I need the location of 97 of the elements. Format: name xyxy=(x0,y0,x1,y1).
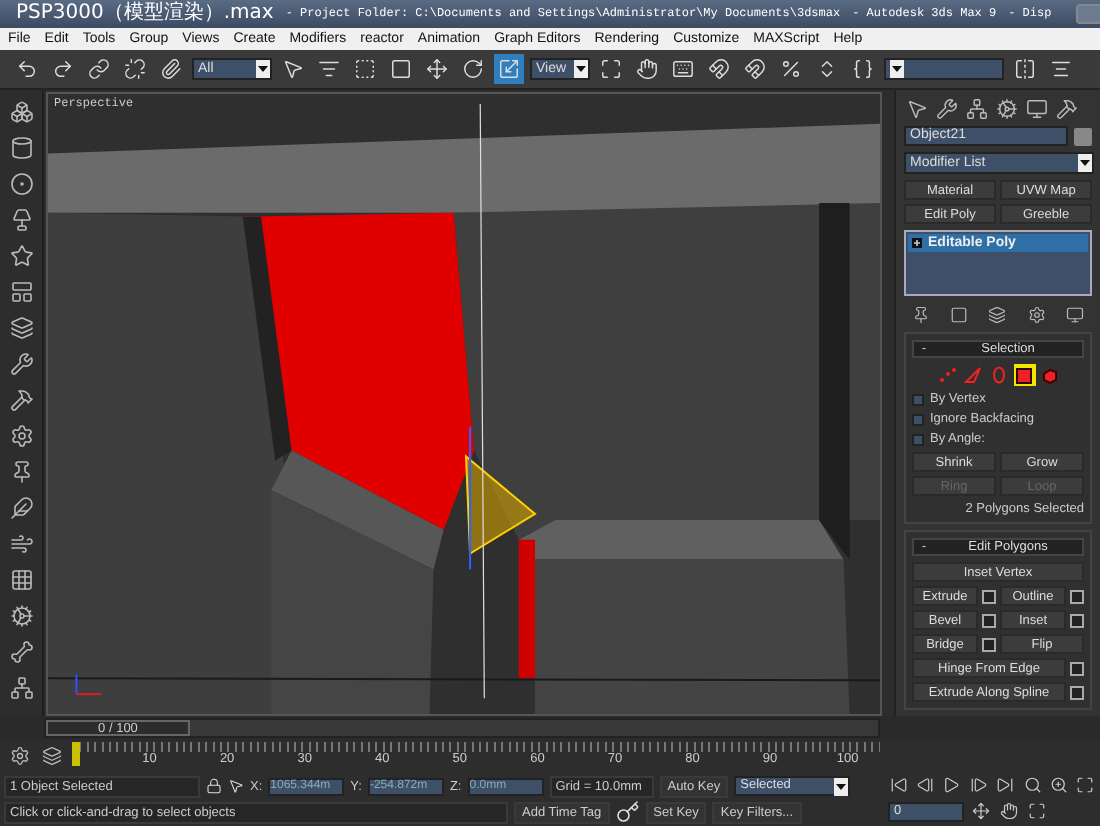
display-icon xyxy=(1025,97,1047,119)
cog-icon xyxy=(9,604,33,628)
scale-icon xyxy=(498,58,520,80)
border-loop-icon xyxy=(991,366,1005,384)
layers-icon xyxy=(9,316,33,340)
cylinder-icon xyxy=(9,136,33,160)
search-icon xyxy=(1023,776,1042,794)
tool-button[interactable] xyxy=(84,54,114,84)
step-forward-icon xyxy=(969,776,988,794)
dropdown[interactable] xyxy=(884,58,1004,80)
move-icon xyxy=(972,802,990,820)
skip-forward-icon xyxy=(996,776,1015,794)
gear-icon xyxy=(1027,305,1046,323)
dropdown-arrow-icon xyxy=(576,66,586,72)
keyboard-icon xyxy=(672,58,694,80)
layers-icon xyxy=(988,305,1007,323)
expand-icon xyxy=(912,238,922,248)
star-icon xyxy=(9,244,33,268)
feather-icon xyxy=(9,496,33,520)
settings-button[interactable] xyxy=(982,637,996,651)
percent-icon xyxy=(780,58,802,80)
pin-icon xyxy=(911,305,930,323)
tool-button[interactable] xyxy=(1010,54,1040,84)
link-icon xyxy=(88,58,110,80)
settings-button[interactable] xyxy=(982,589,996,603)
cursor-icon xyxy=(282,58,304,80)
unlink-icon xyxy=(124,58,146,80)
step-back-icon xyxy=(916,776,935,794)
list-icon xyxy=(318,58,340,80)
lock-icon xyxy=(206,778,222,794)
pin-icon xyxy=(9,460,33,484)
tool-button[interactable] xyxy=(632,54,662,84)
hand-icon xyxy=(1000,802,1018,820)
edge-triangle-icon xyxy=(963,366,981,384)
dropdown-arrow-icon xyxy=(258,66,268,72)
mirror-icon xyxy=(1014,58,1036,80)
settings-button[interactable] xyxy=(982,613,996,627)
dropdown-arrow-icon xyxy=(1080,160,1090,166)
vertex-dots-icon xyxy=(937,366,955,384)
tool-button[interactable] xyxy=(740,54,770,84)
maximize-icon xyxy=(1028,802,1046,820)
circle-icon xyxy=(9,172,33,196)
tool-button[interactable] xyxy=(350,54,380,84)
layers-icon xyxy=(42,746,62,766)
grid-icon xyxy=(9,568,33,592)
settings-button[interactable] xyxy=(1070,685,1084,699)
polygon-square-icon xyxy=(1016,367,1032,383)
spinner-icon xyxy=(816,58,838,80)
bone-icon xyxy=(9,640,33,664)
window-title: PSP3000（模型渲染）.max xyxy=(16,0,274,28)
magnet-icon xyxy=(744,58,766,80)
paperclip-icon xyxy=(160,58,182,80)
align-icon xyxy=(1050,58,1072,80)
square-icon xyxy=(390,58,412,80)
rotate-icon xyxy=(462,58,484,80)
tool-button[interactable] xyxy=(386,54,416,84)
boxes-icon xyxy=(9,100,33,124)
settings-button[interactable] xyxy=(1070,613,1084,627)
hand-icon xyxy=(636,58,658,80)
tool-button[interactable] xyxy=(458,54,488,84)
gear-icon xyxy=(9,424,33,448)
tool-button[interactable] xyxy=(848,54,878,84)
settings-button[interactable] xyxy=(1070,589,1084,603)
hammer-icon xyxy=(9,388,33,412)
zoom-icon xyxy=(1049,776,1068,794)
time-marker[interactable] xyxy=(72,742,80,766)
tool-button[interactable] xyxy=(120,54,150,84)
tool-button[interactable] xyxy=(704,54,734,84)
move-icon xyxy=(426,58,448,80)
subobject-button[interactable] xyxy=(1013,364,1035,386)
dropdown-arrow-icon xyxy=(836,784,847,790)
dropdown-arrow-icon xyxy=(892,66,902,72)
maximize-icon xyxy=(1076,776,1095,794)
magnet-icon xyxy=(708,58,730,80)
cursor-icon xyxy=(228,778,244,794)
lamp-icon xyxy=(9,208,33,232)
undo-icon xyxy=(16,58,38,80)
settings-button[interactable] xyxy=(1070,661,1084,675)
panel-icon xyxy=(9,280,33,304)
play-icon xyxy=(942,776,961,794)
hierarchy-icon xyxy=(965,97,987,119)
skip-back-icon xyxy=(889,776,908,794)
redo-icon xyxy=(52,58,74,80)
tool-button[interactable] xyxy=(156,54,186,84)
gear-icon xyxy=(10,746,30,766)
network-icon xyxy=(9,676,33,700)
tool-button[interactable] xyxy=(596,54,626,84)
axis-tripod-icon xyxy=(75,673,102,696)
tool-button[interactable] xyxy=(422,54,452,84)
wrench-icon xyxy=(9,352,33,376)
dashed-square-icon xyxy=(354,58,376,80)
braces-icon xyxy=(852,58,874,80)
cube-icon xyxy=(1042,367,1058,383)
window-icon xyxy=(1066,305,1085,323)
wind-icon xyxy=(9,532,33,556)
object-color-swatch[interactable] xyxy=(1074,127,1092,145)
key-icon xyxy=(615,800,640,824)
